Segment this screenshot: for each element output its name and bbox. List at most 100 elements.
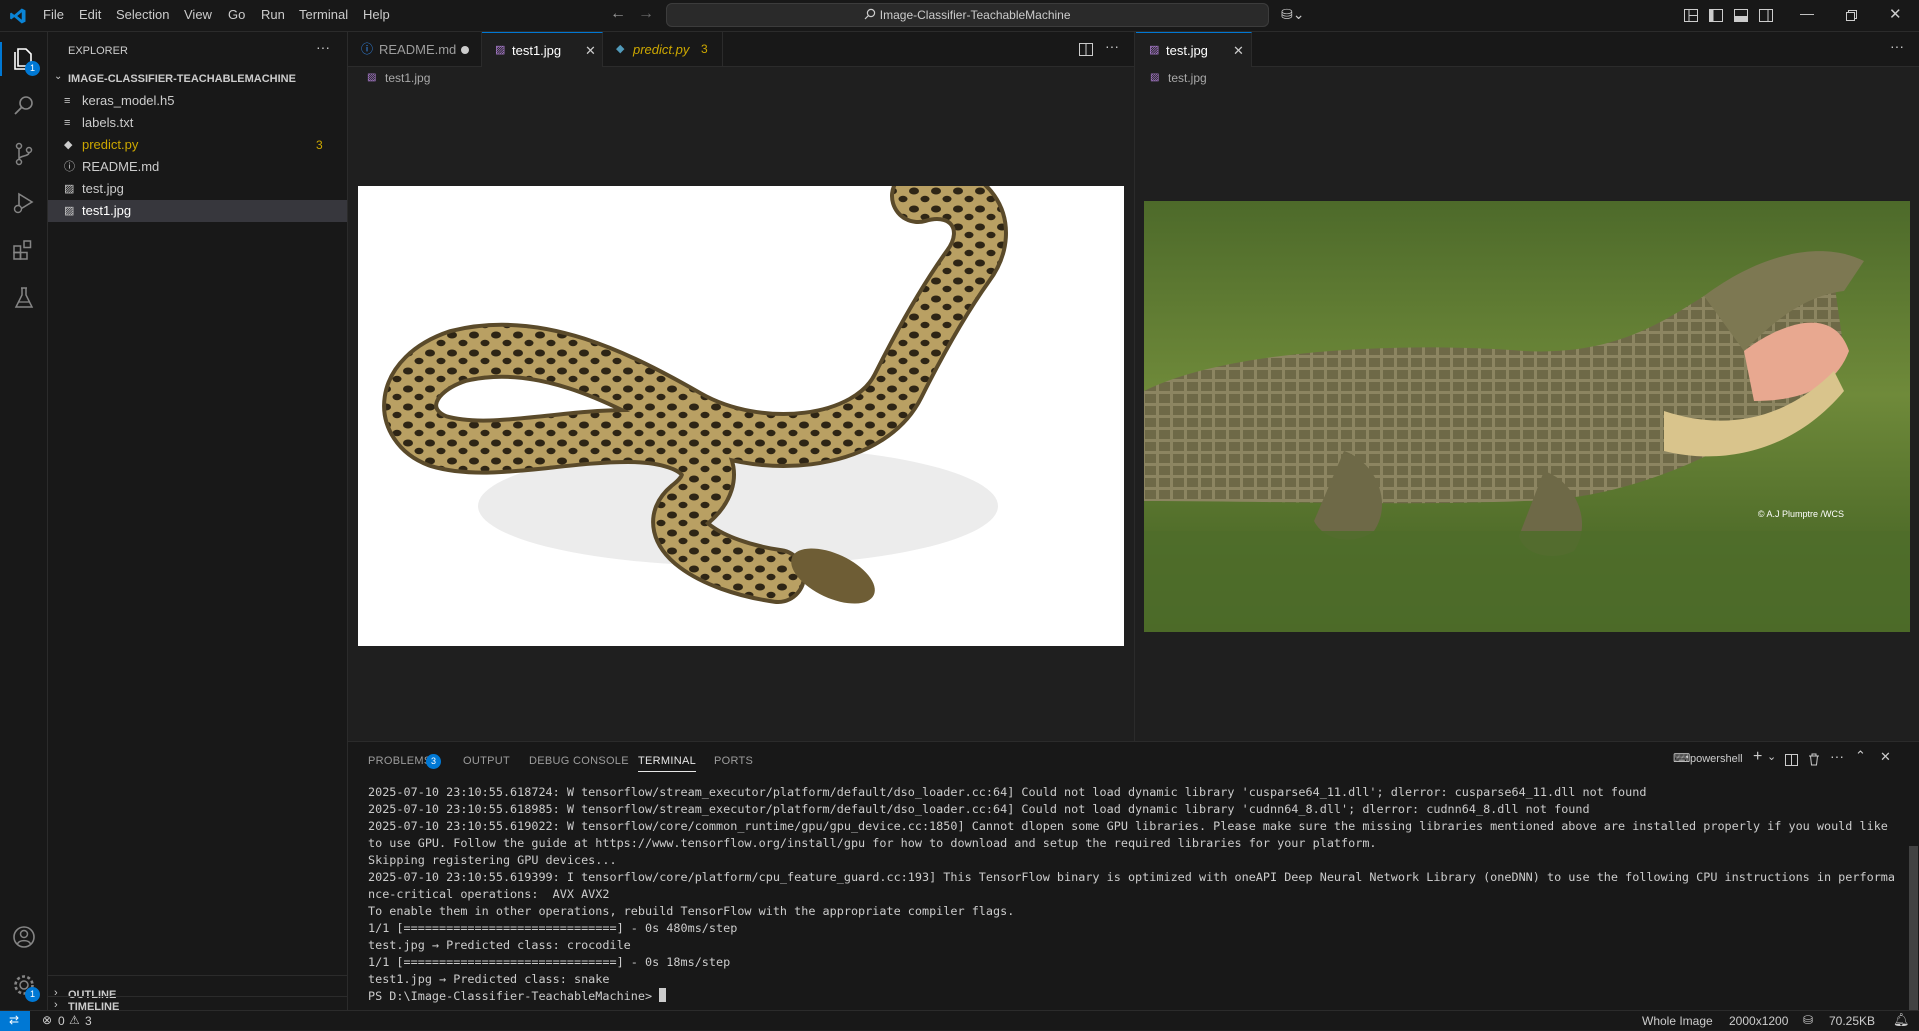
- terminal-line: To enable them in other operations, rebu…: [368, 904, 1015, 918]
- image-watermark: © A.J Plumptre /WCS: [1758, 509, 1844, 519]
- folder-header[interactable]: ⌄ IMAGE-CLASSIFIER-TEACHABLEMACHINE: [48, 68, 347, 90]
- testing-flask-icon[interactable]: [10, 284, 38, 312]
- unsaved-dot-icon[interactable]: [461, 46, 469, 54]
- tab-problems[interactable]: PROBLEMS: [368, 755, 432, 767]
- more-actions-icon[interactable]: ···: [1890, 38, 1904, 54]
- file-size-icon: ⛁: [1803, 1013, 1814, 1027]
- file-item[interactable]: ≡ labels.txt: [48, 112, 347, 134]
- restore-icon[interactable]: [1846, 10, 1857, 21]
- tab-ports[interactable]: PORTS: [714, 755, 753, 767]
- file-item[interactable]: ▨ test.jpg: [48, 178, 347, 200]
- file-item[interactable]: ⓘ README.md: [48, 156, 347, 178]
- title-bar: File Edit Selection View Go Run Terminal…: [0, 0, 1919, 32]
- breadcrumb[interactable]: test1.jpg: [385, 71, 430, 85]
- source-control-icon[interactable]: [10, 140, 38, 168]
- file-item[interactable]: ≡ keras_model.h5: [48, 90, 347, 112]
- terminal-line: 1/1 [==============================] - 0…: [368, 921, 738, 935]
- minimize-icon[interactable]: —: [1800, 5, 1814, 21]
- image-file-icon: ▨: [495, 44, 506, 56]
- search-text: Image-Classifier-TeachableMachine: [879, 8, 1071, 22]
- file-item[interactable]: ▨ test1.jpg: [48, 200, 347, 222]
- vscode-logo-icon: [10, 8, 26, 24]
- tab-label: predict.py: [633, 42, 690, 57]
- chevron-right-icon: ›: [54, 987, 58, 999]
- back-arrow-icon[interactable]: ←: [610, 5, 626, 23]
- file-name: predict.py: [82, 137, 139, 152]
- split-terminal-icon[interactable]: [1785, 754, 1798, 766]
- customize-layout-icon[interactable]: [1684, 9, 1698, 22]
- tab-terminal[interactable]: TERMINAL: [638, 755, 697, 772]
- settings-badge: 1: [25, 987, 40, 1002]
- sidebar-title: EXPLORER: [68, 45, 128, 57]
- copilot-icon[interactable]: ⛁⌄: [1281, 6, 1304, 23]
- extensions-icon[interactable]: [10, 236, 38, 264]
- activity-bar: 1 1: [0, 32, 48, 1010]
- tab-test1[interactable]: ▨ test1.jpg ✕: [482, 32, 603, 67]
- remote-indicator[interactable]: ⇄: [0, 1011, 30, 1031]
- error-count[interactable]: 0: [58, 1014, 65, 1028]
- terminal-line: 2025-07-10 23:10:55.619022: W tensorflow…: [368, 819, 1896, 850]
- menu-terminal[interactable]: Terminal: [299, 7, 348, 22]
- maximize-panel-icon[interactable]: ⌃: [1855, 748, 1866, 764]
- trash-icon[interactable]: [1808, 753, 1820, 766]
- file-type-icon: ≡: [64, 117, 71, 129]
- notifications-bell-icon[interactable]: 🔔︎: [1893, 1012, 1910, 1028]
- problem-count: 3: [701, 42, 708, 56]
- tab-debug-console[interactable]: DEBUG CONSOLE: [529, 755, 629, 767]
- menu-run[interactable]: Run: [261, 7, 285, 22]
- close-tab-icon[interactable]: ✕: [1233, 33, 1244, 68]
- search-view-icon[interactable]: [10, 92, 38, 120]
- run-debug-icon[interactable]: [10, 188, 38, 216]
- folder-name: IMAGE-CLASSIFIER-TEACHABLEMACHINE: [68, 73, 296, 85]
- account-icon[interactable]: [10, 923, 38, 951]
- toggle-panel-icon[interactable]: [1734, 9, 1748, 22]
- editor-group-left: ⓘ README.md ▨ test1.jpg ✕ ◆ predict.py 3…: [348, 32, 1135, 741]
- warning-count[interactable]: 3: [85, 1014, 92, 1028]
- close-tab-icon[interactable]: ✕: [585, 33, 596, 68]
- terminal-scrollbar[interactable]: [1909, 846, 1918, 1011]
- breadcrumb[interactable]: test.jpg: [1168, 71, 1207, 85]
- file-type-icon: ◆: [64, 139, 73, 151]
- file-item[interactable]: ◆ predict.py 3: [48, 134, 347, 156]
- toggle-primary-sidebar-icon[interactable]: [1709, 9, 1723, 22]
- menu-edit[interactable]: Edit: [79, 7, 101, 22]
- menu-go[interactable]: Go: [228, 7, 245, 22]
- file-size: 70.25KB: [1829, 1014, 1876, 1028]
- chevron-down-icon: ⌄: [54, 71, 63, 82]
- menu-selection[interactable]: Selection: [116, 7, 169, 22]
- crocodile-image: © A.J Plumptre /WCS: [1144, 201, 1910, 632]
- zoom-mode[interactable]: Whole Image: [1642, 1014, 1713, 1028]
- terminal-line: test.jpg → Predicted class: crocodile: [368, 938, 631, 952]
- more-actions-icon[interactable]: ···: [1105, 38, 1119, 54]
- image-file-icon: ▨: [1149, 44, 1160, 56]
- explorer-sidebar: EXPLORER ··· ⌄ IMAGE-CLASSIFIER-TEACHABL…: [48, 32, 348, 1013]
- terminal-output[interactable]: 2025-07-10 23:10:55.618724: W tensorflow…: [368, 784, 1898, 1005]
- tab-test[interactable]: ▨ test.jpg ✕: [1136, 32, 1252, 67]
- menu-file[interactable]: File: [43, 7, 64, 22]
- terminal-line: 2025-07-10 23:10:55.619399: I tensorflow…: [368, 870, 1895, 901]
- tab-output[interactable]: OUTPUT: [463, 755, 510, 767]
- tab-predict[interactable]: ◆ predict.py 3: [603, 32, 723, 67]
- close-panel-icon[interactable]: ✕: [1880, 749, 1891, 765]
- split-editor-icon[interactable]: [1079, 43, 1093, 56]
- menu-help[interactable]: Help: [363, 7, 390, 22]
- forward-arrow-icon[interactable]: →: [638, 5, 654, 23]
- tab-label: test.jpg: [1166, 43, 1208, 58]
- command-center-search[interactable]: Image-Classifier-TeachableMachine: [666, 3, 1269, 27]
- image-file-icon: ▨: [367, 72, 377, 83]
- tab-bar-right: ▨ test.jpg ✕ ···: [1136, 32, 1919, 67]
- more-actions-icon[interactable]: ···: [1830, 748, 1844, 764]
- image-file-icon: ▨: [1150, 72, 1160, 83]
- menu-view[interactable]: View: [184, 7, 212, 22]
- tab-bar-left: ⓘ README.md ▨ test1.jpg ✕ ◆ predict.py 3…: [348, 32, 1134, 67]
- chevron-down-icon[interactable]: ⌄: [1767, 750, 1776, 763]
- toggle-secondary-sidebar-icon[interactable]: [1759, 9, 1773, 22]
- terminal-cursor: [659, 988, 667, 1002]
- new-terminal-icon[interactable]: +: [1753, 748, 1762, 766]
- terminal-line: 1/1 [==============================] - 0…: [368, 955, 731, 969]
- close-window-icon[interactable]: ✕: [1889, 5, 1902, 23]
- image-dimensions: 2000x1200: [1729, 1014, 1789, 1028]
- tab-readme[interactable]: ⓘ README.md: [348, 32, 482, 67]
- shell-name[interactable]: powershell: [1690, 753, 1743, 765]
- more-actions-icon[interactable]: ···: [316, 39, 330, 55]
